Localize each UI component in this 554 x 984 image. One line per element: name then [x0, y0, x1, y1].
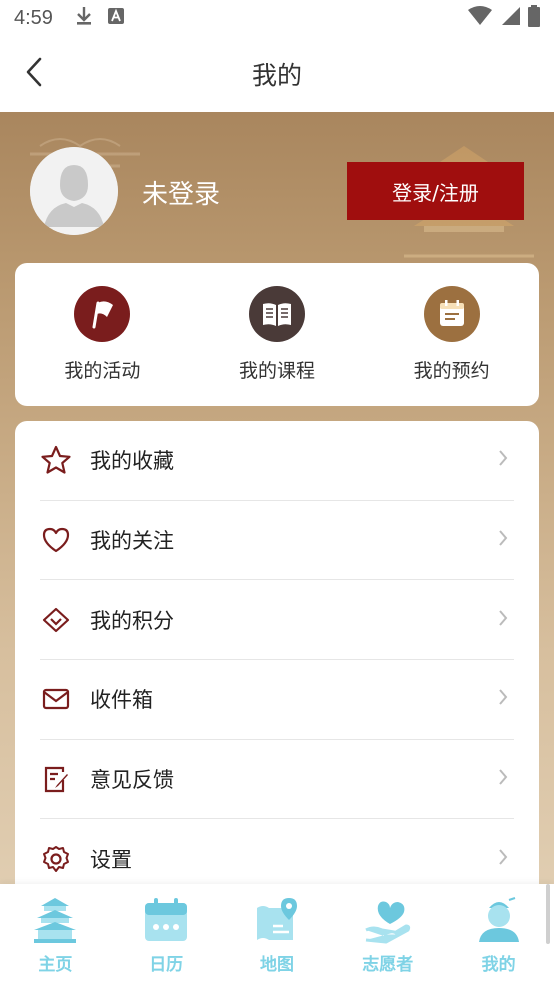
scroll-indicator: [546, 884, 550, 944]
chevron-right-icon: [498, 449, 508, 471]
nav-calendar[interactable]: 日历: [111, 884, 222, 984]
nav-label: 日历: [149, 955, 184, 975]
a-box-icon: [107, 7, 125, 30]
nav-map[interactable]: 地图: [222, 884, 333, 984]
gear-icon: [40, 843, 72, 875]
nav-label: 地图: [259, 955, 294, 975]
nav-label: 志愿者: [362, 955, 414, 975]
book-icon: [249, 286, 305, 342]
pavilion-icon: [31, 896, 79, 944]
star-icon: [40, 444, 72, 476]
nav-volunteer[interactable]: 志愿者: [332, 884, 443, 984]
menu-item-label: 我的收藏: [90, 449, 174, 474]
calendar-icon: [423, 286, 480, 342]
mail-icon: [40, 683, 72, 715]
menu-item-label: 我的关注: [90, 529, 174, 554]
chevron-right-icon: [498, 529, 508, 551]
quick-action-label: 我的活动: [64, 360, 141, 382]
menu-item-label: 收件箱: [90, 688, 153, 713]
avatar-placeholder-icon: [30, 147, 118, 235]
quick-action-label: 我的课程: [239, 360, 316, 382]
avatar[interactable]: [30, 147, 118, 235]
chevron-right-icon: [498, 848, 508, 870]
flag-icon: [74, 286, 131, 342]
chevron-right-icon: [498, 609, 508, 631]
bottom-nav: 主页 日历 地图 志愿者 我的: [0, 884, 554, 984]
status-time: 4:59: [14, 6, 53, 29]
nav-mine[interactable]: 我的: [443, 884, 554, 984]
nav-home[interactable]: 主页: [0, 884, 111, 984]
menu-item-label: 我的积分: [90, 608, 174, 633]
back-button[interactable]: [16, 56, 52, 92]
user-name: 未登录: [142, 180, 221, 210]
quick-actions-card: 我的活动 我的课程 我的预约: [15, 263, 539, 406]
app-header: 我的: [0, 36, 554, 112]
quick-action-label: 我的预约: [413, 360, 490, 382]
status-icons-right: [468, 4, 540, 32]
status-bar: 4:59: [0, 0, 554, 36]
menu-item-points[interactable]: 我的积分: [40, 580, 514, 661]
page-title: 我的: [251, 61, 302, 90]
menu-item-following[interactable]: 我的关注: [40, 501, 514, 581]
status-icons-left: [75, 6, 125, 31]
diamond-icon: [40, 604, 72, 636]
chevron-right-icon: [498, 768, 508, 790]
quick-action-my-reservations[interactable]: 我的预约: [364, 263, 539, 406]
chevron-left-icon: [24, 56, 44, 92]
signal-icon: [500, 6, 520, 31]
map-icon: [253, 896, 301, 944]
nav-label: 主页: [38, 955, 73, 975]
menu-item-favorites[interactable]: 我的收藏: [40, 421, 514, 501]
wifi-icon: [468, 5, 492, 31]
heart-icon: [40, 524, 72, 556]
person-icon: [475, 896, 523, 944]
menu-item-inbox[interactable]: 收件箱: [40, 660, 514, 740]
quick-action-my-activities[interactable]: 我的活动: [15, 263, 190, 406]
battery-icon: [528, 4, 540, 32]
feedback-icon: [40, 763, 72, 795]
menu-item-label: 意见反馈: [90, 768, 174, 793]
login-register-button[interactable]: 登录/注册: [347, 162, 524, 220]
chevron-right-icon: [498, 688, 508, 710]
download-icon: [75, 6, 93, 31]
menu-item-feedback[interactable]: 意见反馈: [40, 740, 514, 820]
quick-action-my-courses[interactable]: 我的课程: [190, 263, 365, 406]
menu-list-card: 我的收藏 我的关注 我的积分 收件箱 意见反馈 设置: [15, 421, 539, 921]
menu-item-label: 设置: [90, 848, 132, 873]
hand-heart-icon: [364, 896, 412, 944]
calendar-icon: [142, 896, 190, 944]
nav-label: 我的: [481, 955, 516, 975]
